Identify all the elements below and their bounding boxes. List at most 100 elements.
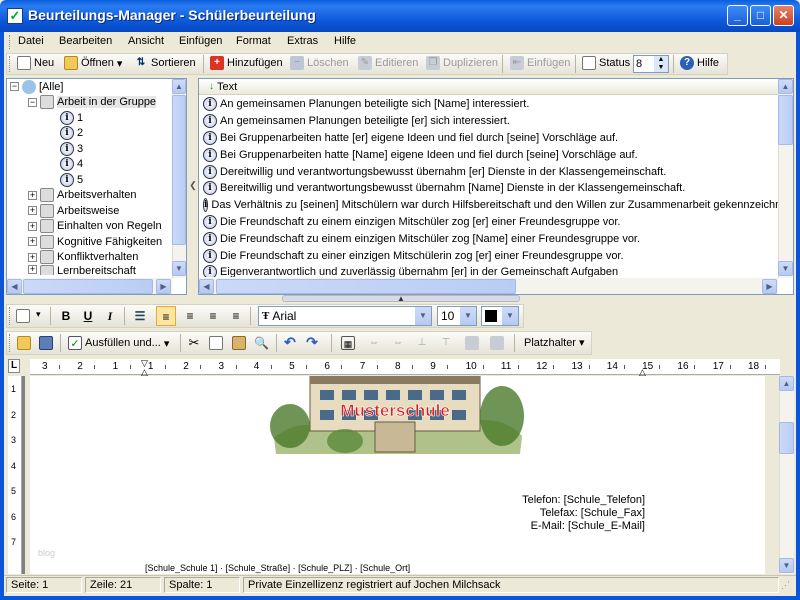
text-row[interactable]: i Eigenverantwortlich und zuverlässig übe… [203, 264, 778, 277]
sort-button[interactable]: ⇅ Sortieren [134, 56, 196, 70]
copy-icon[interactable] [209, 336, 223, 350]
save-icon[interactable] [39, 336, 53, 350]
duplicate-button[interactable]: ❐ Duplizieren [426, 56, 498, 70]
tree-item-child[interactable]: i1 [10, 110, 172, 126]
document-vertical-scrollbar[interactable] [779, 376, 794, 574]
expand-icon[interactable]: + [28, 190, 37, 200]
insert-button[interactable]: ⇤ Einfügen [510, 56, 570, 70]
toolbar-grip[interactable] [9, 307, 12, 325]
delete-column-icon[interactable]: ⊤ [439, 336, 453, 350]
open-button[interactable]: Öffnen ▾ [64, 56, 122, 70]
split-cells-icon[interactable] [490, 336, 504, 350]
scroll-down-button[interactable]: ▼ [778, 261, 793, 276]
tree-item-child[interactable]: i3 [10, 141, 172, 157]
scroll-thumb[interactable] [216, 279, 516, 294]
menu-datei[interactable]: Datei [18, 35, 44, 47]
spinner-arrows-icon[interactable]: ▲ ▼ [654, 56, 668, 72]
menu-grip[interactable] [9, 35, 12, 49]
insert-column-icon[interactable]: ⇔ [367, 336, 381, 350]
tree-item-root[interactable]: − [Alle] [10, 79, 172, 95]
dropdown-arrow-icon[interactable]: ▼ [460, 307, 476, 325]
insert-row-icon[interactable]: ⇔ [391, 336, 405, 350]
scroll-up-button[interactable]: ▲ [778, 79, 793, 94]
tree-item-child[interactable]: i2 [10, 126, 172, 142]
toolbar-grip[interactable] [9, 334, 12, 352]
menu-extras[interactable]: Extras [287, 35, 318, 47]
text-row[interactable]: i An gemeinsamen Planungen beteiligte sic… [203, 96, 778, 113]
menu-bearbeiten[interactable]: Bearbeiten [59, 35, 112, 47]
tree-item-child[interactable]: i4 [10, 157, 172, 173]
font-color-selector[interactable]: ▼ [481, 306, 519, 326]
text-row[interactable]: i Dereitwillig und verantwortungsbewusst … [203, 163, 778, 180]
add-button[interactable]: + Hinzufügen [210, 56, 283, 70]
toolbar-grip[interactable] [9, 56, 12, 72]
splitter-collapse-up-icon[interactable]: ▲ [282, 295, 520, 303]
tree-item-child[interactable]: i5 [10, 172, 172, 188]
dropdown-arrow-icon[interactable]: ▼ [502, 307, 518, 325]
redo-icon[interactable]: ↷ [305, 335, 319, 349]
font-size-selector[interactable]: 10 ▼ [437, 306, 477, 326]
close-button[interactable]: ✕ [773, 5, 794, 26]
menu-hilfe[interactable]: Hilfe [334, 35, 356, 47]
help-button[interactable]: ? Hilfe [680, 56, 719, 70]
status-spinner[interactable]: 8 ▲ ▼ [633, 55, 669, 73]
collapse-icon[interactable]: − [28, 97, 37, 107]
splitter-collapse-left-icon[interactable]: ❮ [189, 170, 197, 200]
scroll-thumb[interactable] [779, 422, 794, 454]
text-column-header[interactable]: ↓ Text [199, 79, 779, 95]
fill-button[interactable]: ✓ Ausfüllen und... ▾ [68, 336, 169, 350]
app-checkbox-icon[interactable]: ✓ [7, 8, 23, 24]
merge-cells-icon[interactable] [465, 336, 479, 350]
scroll-right-button[interactable]: ▶ [156, 279, 171, 294]
search-icon[interactable]: 🔍 [254, 336, 269, 350]
text-row[interactable]: i Die Freundschaft zu einer einzigen Mits… [203, 247, 778, 264]
scroll-left-button[interactable]: ◀ [7, 279, 22, 294]
underline-button[interactable]: U [78, 306, 98, 326]
tree-item-group[interactable]: − Arbeit in der Gruppe [10, 95, 172, 111]
edit-button[interactable]: ✎ Editieren [358, 56, 418, 70]
font-selector[interactable]: Ŧ Arial ▼ [258, 306, 432, 326]
align-center-icon[interactable]: ≡ [180, 306, 200, 326]
text-row[interactable]: i Bei Gruppenarbeiten hatte [er] eigene I… [203, 130, 778, 147]
scroll-down-button[interactable]: ▼ [779, 558, 794, 573]
tree-item-category[interactable]: + Kognitive Fähigkeiten [10, 234, 172, 250]
text-row[interactable]: i Die Freundschaft zu einem einzigen Mits… [203, 230, 778, 247]
tree-item-category[interactable]: + Einhalten von Regeln [10, 219, 172, 235]
align-left-icon[interactable]: ≡ [156, 306, 176, 326]
scroll-up-button[interactable]: ▲ [172, 79, 186, 94]
text-row[interactable]: i Bereitwillig und verantwortungsbewusst … [203, 180, 778, 197]
new-page-dropdown[interactable]: ▾ [16, 307, 46, 325]
scroll-down-button[interactable]: ▼ [172, 261, 186, 276]
italic-button[interactable]: I [100, 306, 120, 326]
folder-open-icon[interactable] [17, 336, 31, 350]
scroll-up-button[interactable]: ▲ [779, 376, 794, 391]
minimize-button[interactable]: _ [727, 5, 748, 26]
resize-grip-icon[interactable]: ⋰ [781, 580, 790, 591]
tree-item-category[interactable]: + Konfliktverhalten [10, 250, 172, 266]
new-button[interactable]: Neu [17, 56, 54, 70]
expand-icon[interactable]: + [28, 265, 37, 274]
bullet-list-icon[interactable]: ☰ [130, 306, 150, 326]
placeholder-button[interactable]: Platzhalter ▾ [524, 336, 585, 350]
text-row[interactable]: i Das Verhältnis zu [seinen] Mitschülern … [203, 197, 778, 214]
scroll-thumb[interactable] [778, 95, 793, 145]
expand-icon[interactable]: + [28, 237, 37, 247]
scroll-left-button[interactable]: ◀ [199, 279, 214, 294]
align-right-icon[interactable]: ≡ [203, 306, 223, 326]
scroll-thumb[interactable] [23, 279, 153, 294]
delete-row-icon[interactable]: ⊥ [415, 336, 429, 350]
tree-item-category[interactable]: + Arbeitsverhalten [10, 188, 172, 204]
expand-icon[interactable]: + [28, 221, 37, 231]
menu-einfuegen[interactable]: Einfügen [179, 35, 222, 47]
align-justify-icon[interactable]: ≡ [226, 306, 246, 326]
text-row[interactable]: i Bei Gruppenarbeiten hatte [Name] eigene… [203, 146, 778, 163]
vertical-ruler[interactable]: 1 2 3 4 5 6 7 [8, 376, 22, 574]
collapse-icon[interactable]: − [10, 82, 19, 92]
text-row[interactable]: i An gemeinsamen Planungen beteiligte [er… [203, 113, 778, 130]
tab-stop-selector[interactable]: L [8, 359, 20, 373]
table-icon[interactable]: ▦ [341, 336, 355, 350]
dropdown-arrow-icon[interactable]: ▼ [415, 307, 431, 325]
menu-ansicht[interactable]: Ansicht [128, 35, 164, 47]
maximize-button[interactable]: □ [750, 5, 771, 26]
menu-format[interactable]: Format [236, 35, 271, 47]
